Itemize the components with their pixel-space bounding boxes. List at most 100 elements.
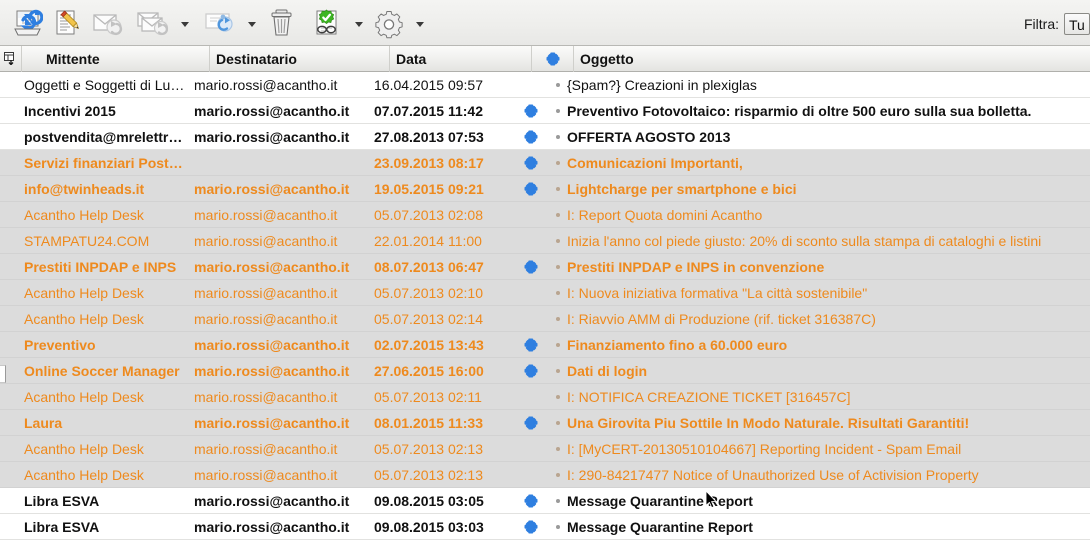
row-to: mario.rossi@acantho.it	[194, 76, 338, 93]
thread-dot-icon	[556, 134, 560, 139]
row-to	[188, 150, 368, 176]
forward-group[interactable]	[195, 3, 256, 43]
thread-dot-icon	[556, 238, 560, 243]
new-message-flag-icon	[525, 182, 538, 195]
row-new-flag[interactable]	[510, 124, 552, 150]
thread-dot-icon	[556, 420, 560, 425]
row-new-flag[interactable]	[510, 280, 552, 306]
table-row[interactable]: Acantho Help Desk mario.rossi@acantho.it 0…	[0, 306, 1090, 332]
column-chooser-button[interactable]	[0, 45, 22, 72]
junk-button[interactable]	[302, 3, 354, 43]
row-new-flag[interactable]	[510, 72, 552, 98]
row-from: STAMPATU24.COM	[24, 232, 150, 249]
settings-button[interactable]	[363, 3, 415, 43]
reply-button[interactable]	[88, 3, 128, 43]
row-new-flag[interactable]	[510, 488, 552, 514]
row-to: mario.rossi@acantho.it	[194, 336, 350, 353]
row-subject: I: Report Quota domini Acantho	[567, 206, 763, 223]
row-new-flag[interactable]	[510, 202, 552, 228]
row-date: 05.07.2013 02:08	[374, 206, 483, 223]
column-header-subject[interactable]: Oggetto	[574, 46, 1090, 72]
reply-all-dropdown-arrow[interactable]	[181, 22, 189, 27]
row-subject: I: Nuova iniziativa formativa "La città …	[567, 284, 868, 301]
column-header-new-flag[interactable]	[532, 45, 574, 72]
column-header-date[interactable]: Data	[390, 45, 532, 72]
filter-label: Filtra:	[1024, 16, 1059, 32]
forward-dropdown-arrow[interactable]	[248, 22, 256, 27]
row-new-flag[interactable]	[510, 514, 552, 540]
table-row[interactable]: Acantho Help Desk mario.rossi@acantho.it 0…	[0, 280, 1090, 306]
table-row[interactable]: Laura mario.rossi@acantho.it 08.01.2015 11…	[0, 410, 1090, 436]
row-from: Libra ESVA	[24, 518, 100, 535]
table-row[interactable]: Prestiti INPDAP e INPS mario.rossi@acanth…	[0, 254, 1090, 280]
row-subject-cell: Inizia l'anno col piede giusto: 20% di s…	[552, 228, 1090, 254]
row-to: mario.rossi@acantho.it	[194, 492, 350, 509]
row-new-flag[interactable]	[510, 254, 552, 280]
row-new-flag[interactable]	[510, 228, 552, 254]
row-subject-cell: I: Report Quota domini Acantho	[552, 202, 1090, 228]
row-from: Incentivi 2015	[24, 102, 116, 119]
pane-splitter-handle[interactable]	[0, 365, 6, 383]
table-row[interactable]: Libra ESVA mario.rossi@acantho.it 09.08.20…	[0, 514, 1090, 540]
junk-dropdown-arrow[interactable]	[355, 22, 363, 27]
settings-dropdown-arrow[interactable]	[416, 22, 424, 27]
table-row[interactable]: Online Soccer Manager mario.rossi@acantho…	[0, 358, 1090, 384]
row-subject: I: NOTIFICA CREAZIONE TICKET [316457C]	[567, 388, 851, 405]
row-new-flag[interactable]	[510, 384, 552, 410]
row-from: Acantho Help Desk	[24, 284, 144, 301]
row-new-flag[interactable]	[510, 358, 552, 384]
row-new-flag[interactable]	[510, 410, 552, 436]
row-new-flag[interactable]	[510, 98, 552, 124]
table-row[interactable]: Acantho Help Desk mario.rossi@acantho.it 0…	[0, 462, 1090, 488]
table-row[interactable]: STAMPATU24.COM mario.rossi@acantho.it 22.0…	[0, 228, 1090, 254]
row-new-flag[interactable]	[510, 306, 552, 332]
table-row[interactable]: postvendita@mrelettro… mario.rossi@acanth…	[0, 124, 1090, 150]
row-to: mario.rossi@acantho.it	[194, 180, 350, 197]
row-subject-cell: Preventivo Fotovoltaico: risparmio di ol…	[552, 98, 1090, 124]
column-header-to[interactable]: Destinatario	[210, 45, 390, 72]
row-new-flag[interactable]	[510, 462, 552, 488]
table-row[interactable]: info@twinheads.it mario.rossi@acantho.it 1…	[0, 176, 1090, 202]
column-header-from[interactable]: Mittente	[22, 45, 210, 72]
table-row[interactable]: Acantho Help Desk mario.rossi@acantho.it 0…	[0, 384, 1090, 410]
row-date: 05.07.2013 02:14	[374, 310, 483, 327]
table-row[interactable]: Libra ESVA mario.rossi@acantho.it 09.08.20…	[0, 488, 1090, 514]
settings-group[interactable]	[363, 3, 424, 43]
row-new-flag[interactable]	[510, 332, 552, 358]
thread-dot-icon	[556, 82, 560, 87]
row-to: mario.rossi@acantho.it	[194, 232, 338, 249]
thread-dot-icon	[556, 524, 560, 529]
row-new-flag[interactable]	[510, 150, 552, 176]
new-message-flag-icon	[525, 520, 538, 533]
thread-dot-icon	[556, 160, 560, 165]
row-from: Acantho Help Desk	[24, 388, 144, 405]
delete-button[interactable]	[262, 3, 302, 43]
row-to: mario.rossi@acantho.it	[194, 518, 350, 535]
new-message-flag-icon	[525, 494, 538, 507]
thread-dot-icon	[556, 446, 560, 451]
row-subject-cell: Message Quarantine Report	[552, 488, 1090, 514]
row-to: mario.rossi@acantho.it	[194, 440, 338, 457]
main-toolbar: Filtra: Tu	[0, 0, 1090, 46]
row-subject-cell: Dati di login	[552, 358, 1090, 384]
row-date: 27.06.2015 16:00	[374, 362, 484, 379]
row-subject: Lightcharge per smartphone e bici	[567, 180, 797, 197]
row-new-flag[interactable]	[510, 436, 552, 462]
table-row[interactable]: Incentivi 2015 mario.rossi@acantho.it 07.0…	[0, 98, 1090, 124]
junk-group[interactable]	[302, 3, 363, 43]
table-row[interactable]: Servizi finanziari Postep… 23.09.2013 08:…	[0, 150, 1090, 176]
table-row[interactable]: Acantho Help Desk mario.rossi@acantho.it 0…	[0, 436, 1090, 462]
table-row[interactable]: Oggetti e Soggetti di Luca… mario.rossi@a…	[0, 72, 1090, 98]
get-mail-button[interactable]	[8, 3, 48, 43]
table-row[interactable]: Preventivo mario.rossi@acantho.it 02.07.20…	[0, 332, 1090, 358]
row-subject: Prestiti INPDAP e INPS in convenzione	[567, 258, 825, 275]
reply-all-button[interactable]	[128, 3, 180, 43]
thread-dot-icon	[556, 316, 560, 321]
filter-select[interactable]: Tu	[1064, 13, 1090, 35]
reply-all-group[interactable]	[128, 3, 189, 43]
table-row[interactable]: Acantho Help Desk mario.rossi@acantho.it 0…	[0, 202, 1090, 228]
forward-button[interactable]	[195, 3, 247, 43]
row-new-flag[interactable]	[510, 176, 552, 202]
new-message-flag-icon	[525, 416, 538, 429]
compose-button[interactable]	[48, 3, 88, 43]
